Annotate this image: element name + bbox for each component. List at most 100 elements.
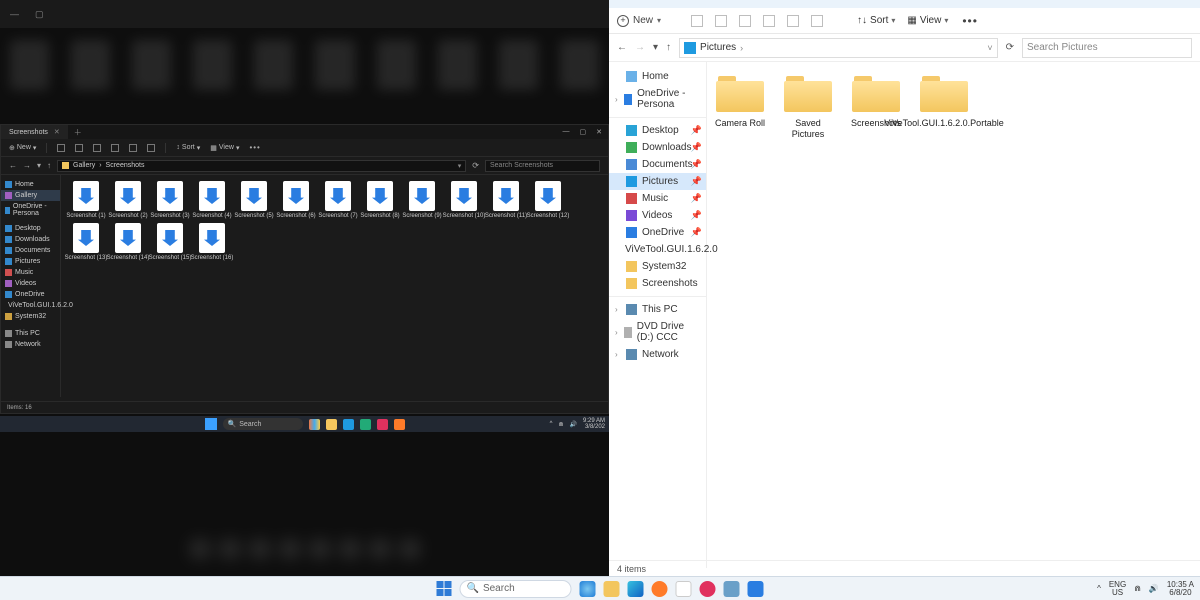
share-icon[interactable] bbox=[787, 15, 799, 27]
edge-icon[interactable] bbox=[343, 419, 354, 430]
taskbar-search[interactable]: 🔍 Search bbox=[223, 418, 303, 430]
file-item[interactable]: Screenshot (2) bbox=[107, 181, 149, 219]
new-button[interactable]: +New▾ bbox=[617, 15, 661, 27]
sidebar-item-documents[interactable]: Documents📌 bbox=[609, 156, 706, 173]
sidebar-item-onedrive[interactable]: OneDrive - Persona bbox=[1, 201, 60, 219]
up-icon[interactable]: ↑ bbox=[666, 42, 671, 53]
file-item[interactable]: Screenshot (4) bbox=[191, 181, 233, 219]
cut-icon[interactable] bbox=[691, 15, 703, 27]
sidebar-item-documents[interactable]: Documents bbox=[1, 245, 60, 256]
file-item[interactable]: Screenshot (8) bbox=[359, 181, 401, 219]
minimize-icon[interactable]: — bbox=[563, 128, 570, 136]
sidebar-item-videos[interactable]: Videos📌 bbox=[609, 207, 706, 224]
sidebar-item-pictures[interactable]: Pictures bbox=[1, 256, 60, 267]
tab-screenshots[interactable]: Screenshots ✕ bbox=[1, 125, 68, 139]
sidebar-item-downloads[interactable]: Downloads📌 bbox=[609, 139, 706, 156]
file-item[interactable]: Screenshot (5) bbox=[233, 181, 275, 219]
chevron-down-icon[interactable]: ▾ bbox=[458, 162, 462, 170]
view-button[interactable]: ▦ View ▾ bbox=[907, 15, 948, 26]
app-icon[interactable] bbox=[360, 419, 371, 430]
chevron-down-icon[interactable]: ▾ bbox=[37, 161, 41, 170]
close-tab-icon[interactable]: ✕ bbox=[54, 128, 60, 136]
file-item[interactable]: Screenshot (9) bbox=[401, 181, 443, 219]
folder-item[interactable]: ViVeTool.GUI.1.6.2.0.Portable bbox=[917, 76, 971, 129]
explorer-icon[interactable] bbox=[604, 581, 620, 597]
sidebar-item-thispc[interactable]: This PC bbox=[1, 328, 60, 339]
firefox-icon[interactable] bbox=[394, 419, 405, 430]
sidebar-item-thispc[interactable]: ›This PC bbox=[609, 301, 706, 318]
sidebar-item-onedrive2[interactable]: OneDrive📌 bbox=[609, 224, 706, 241]
wifi-icon[interactable]: ⋒ bbox=[1134, 584, 1141, 593]
file-item[interactable]: Screenshot (6) bbox=[275, 181, 317, 219]
maximize-icon[interactable]: ▢ bbox=[580, 128, 587, 136]
sidebar-item-desktop[interactable]: Desktop bbox=[1, 223, 60, 234]
chevron-down-icon[interactable]: ▾ bbox=[653, 42, 658, 53]
sidebar-item-dvd[interactable]: ›DVD Drive (D:) CCC bbox=[609, 318, 706, 346]
share-icon[interactable] bbox=[129, 144, 137, 152]
sidebar-item-network[interactable]: Network bbox=[1, 339, 60, 350]
more-icon[interactable]: ••• bbox=[962, 14, 978, 28]
up-icon[interactable]: ↑ bbox=[47, 161, 51, 170]
notepad-icon[interactable] bbox=[676, 581, 692, 597]
back-icon[interactable]: ← bbox=[9, 161, 17, 170]
sidebar-item-system32[interactable]: System32 bbox=[1, 311, 60, 322]
opera-icon[interactable] bbox=[377, 419, 388, 430]
breadcrumb[interactable]: Pictures › ˅ bbox=[679, 38, 998, 58]
taskbar-search[interactable]: 🔍 Search bbox=[460, 580, 572, 598]
forward-icon[interactable]: → bbox=[635, 42, 645, 53]
clock[interactable]: 10:35 A6/8/20 bbox=[1167, 581, 1194, 597]
sidebar-item-music[interactable]: Music📌 bbox=[609, 190, 706, 207]
file-item[interactable]: Screenshot (12) bbox=[527, 181, 569, 219]
sidebar-item-onedrive[interactable]: ›OneDrive - Persona bbox=[609, 85, 706, 113]
file-item[interactable]: Screenshot (14) bbox=[107, 223, 149, 261]
folder-item[interactable]: Saved Pictures bbox=[781, 76, 835, 140]
settings-icon[interactable] bbox=[724, 581, 740, 597]
start-icon[interactable] bbox=[437, 581, 452, 596]
copy-icon[interactable] bbox=[715, 15, 727, 27]
file-item[interactable]: Screenshot (3) bbox=[149, 181, 191, 219]
close-icon[interactable]: ✕ bbox=[596, 128, 602, 136]
new-button[interactable]: ⊕ New ▾ bbox=[9, 144, 36, 152]
file-item[interactable]: Screenshot (7) bbox=[317, 181, 359, 219]
cut-icon[interactable] bbox=[57, 144, 65, 152]
search-input[interactable]: Search Screenshots bbox=[485, 160, 600, 172]
wifi-icon[interactable]: ⋒ bbox=[558, 421, 563, 428]
file-item[interactable]: Screenshot (10) bbox=[443, 181, 485, 219]
sidebar-item-screenshots[interactable]: Screenshots bbox=[609, 275, 706, 292]
breadcrumb[interactable]: Gallery › Screenshots ▾ bbox=[57, 160, 466, 172]
view-button[interactable]: ▦ View ▾ bbox=[210, 144, 239, 152]
volume-icon[interactable]: 🔊 bbox=[570, 421, 577, 428]
file-item[interactable]: Screenshot (15) bbox=[149, 223, 191, 261]
copilot-icon[interactable] bbox=[309, 419, 320, 430]
sidebar-item-downloads[interactable]: Downloads bbox=[1, 234, 60, 245]
forward-icon[interactable]: → bbox=[23, 161, 31, 170]
more-icon[interactable]: ••• bbox=[249, 143, 260, 152]
refresh-icon[interactable]: ⟳ bbox=[1006, 42, 1014, 53]
rename-icon[interactable] bbox=[763, 15, 775, 27]
chevron-up-icon[interactable]: ^ bbox=[550, 421, 553, 427]
sidebar-item-network[interactable]: ›Network bbox=[609, 346, 706, 363]
refresh-icon[interactable]: ⟳ bbox=[472, 161, 479, 170]
sidebar-item-gallery[interactable]: Gallery bbox=[1, 190, 60, 201]
search-input[interactable]: Search Pictures bbox=[1022, 38, 1192, 58]
copy-icon[interactable] bbox=[75, 144, 83, 152]
back-icon[interactable]: ← bbox=[617, 42, 627, 53]
new-tab-button[interactable]: ＋ bbox=[68, 127, 88, 138]
language-indicator[interactable]: ENGUS bbox=[1109, 581, 1126, 597]
firefox-icon[interactable] bbox=[652, 581, 668, 597]
edge-icon[interactable] bbox=[628, 581, 644, 597]
volume-icon[interactable]: 🔊 bbox=[1149, 584, 1159, 593]
delete-icon[interactable] bbox=[811, 15, 823, 27]
sidebar-item-system32[interactable]: System32 bbox=[609, 258, 706, 275]
chevron-up-icon[interactable]: ^ bbox=[1097, 584, 1101, 593]
sidebar-item-home[interactable]: Home bbox=[609, 68, 706, 85]
explorer-icon[interactable] bbox=[326, 419, 337, 430]
copilot-icon[interactable] bbox=[580, 581, 596, 597]
app-icon[interactable] bbox=[748, 581, 764, 597]
file-item[interactable]: Screenshot (11) bbox=[485, 181, 527, 219]
delete-icon[interactable] bbox=[147, 144, 155, 152]
sidebar-item-desktop[interactable]: Desktop📌 bbox=[609, 122, 706, 139]
sidebar-item-vivetool[interactable]: ViVeTool.GUI.1.6.2.0 bbox=[609, 241, 706, 258]
sort-button[interactable]: ↑↓ Sort ▾ bbox=[857, 15, 895, 26]
start-icon[interactable] bbox=[205, 418, 217, 430]
